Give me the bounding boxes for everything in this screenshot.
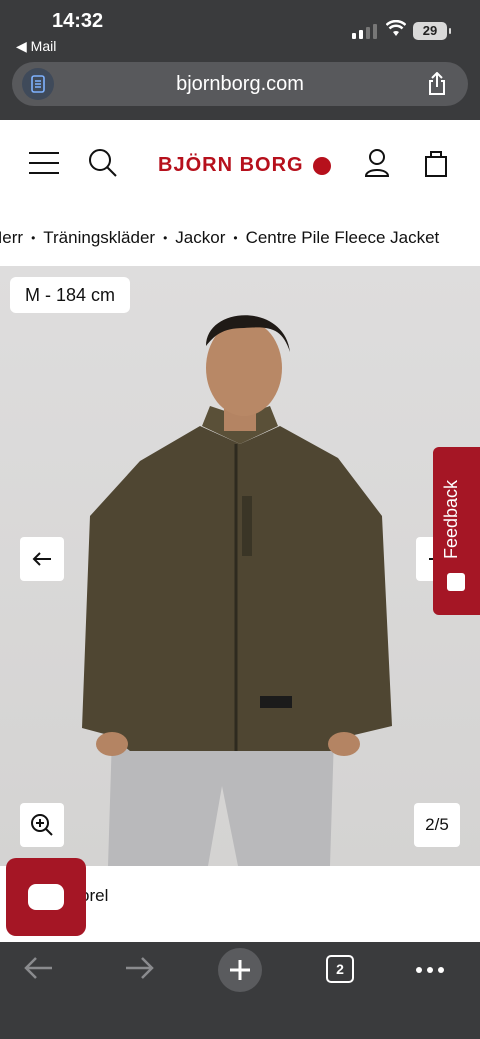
battery-indicator: 29: [413, 22, 451, 40]
zoom-in-icon: [31, 814, 53, 836]
site-header: BJÖRN BORG: [0, 120, 480, 208]
feedback-label: Feedback: [441, 479, 461, 559]
share-icon[interactable]: [426, 72, 448, 96]
back-arrow-icon[interactable]: [22, 954, 54, 982]
breadcrumb: Herr • Träningskläder • Jackor • Centre …: [0, 208, 480, 266]
zoom-button[interactable]: [20, 803, 64, 847]
previous-image-button[interactable]: [20, 537, 64, 581]
new-tab-button[interactable]: [218, 948, 262, 992]
brand-logo-text: BJÖRN BORG: [158, 154, 304, 176]
chat-icon: [28, 884, 64, 910]
more-icon[interactable]: [416, 967, 444, 973]
forward-arrow-icon[interactable]: [124, 954, 156, 982]
wifi-icon: [386, 20, 406, 36]
image-counter: 2/5: [414, 803, 460, 847]
tabs-button[interactable]: 2: [326, 955, 354, 983]
breadcrumb-item-current: Centre Pile Fleece Jacket: [245, 228, 440, 247]
url-text[interactable]: bjornborg.com: [12, 73, 468, 96]
cellular-signal-icon: [352, 24, 377, 39]
chat-button[interactable]: [6, 858, 86, 936]
status-time: 14:32: [52, 10, 104, 32]
plus-icon: [230, 960, 250, 980]
browser-toolbar: 2: [0, 942, 480, 1039]
shopping-bag-icon[interactable]: [423, 148, 449, 178]
brand-logo[interactable]: BJÖRN BORG: [158, 154, 332, 177]
product-photo: [82, 315, 392, 866]
smiley-icon: [447, 573, 465, 591]
account-icon[interactable]: [364, 148, 390, 178]
search-icon[interactable]: [88, 148, 118, 178]
model-size-label: M - 184 cm: [10, 277, 131, 313]
product-image-gallery[interactable]: M - 184 cm Feedback 2/5: [0, 266, 480, 866]
status-bar: 14:32 ◀ Mail 29 bjornborg.com: [0, 0, 480, 120]
url-bar[interactable]: bjornborg.com: [12, 62, 468, 106]
breadcrumb-separator: •: [163, 231, 168, 245]
feedback-tab[interactable]: Feedback: [433, 447, 480, 615]
arrow-left-icon: [32, 552, 51, 566]
breadcrumb-item-jackor[interactable]: Jackor: [175, 228, 225, 248]
menu-icon[interactable]: [28, 148, 60, 178]
breadcrumb-item-herr[interactable]: Herr: [0, 228, 23, 248]
breadcrumb-separator: •: [31, 231, 36, 245]
brand-logo-mark-icon: [312, 156, 331, 175]
breadcrumb-separator: •: [233, 231, 238, 245]
back-to-app-link[interactable]: ◀ Mail: [16, 38, 56, 55]
breadcrumb-item-traningsklader[interactable]: Träningskläder: [43, 228, 155, 248]
